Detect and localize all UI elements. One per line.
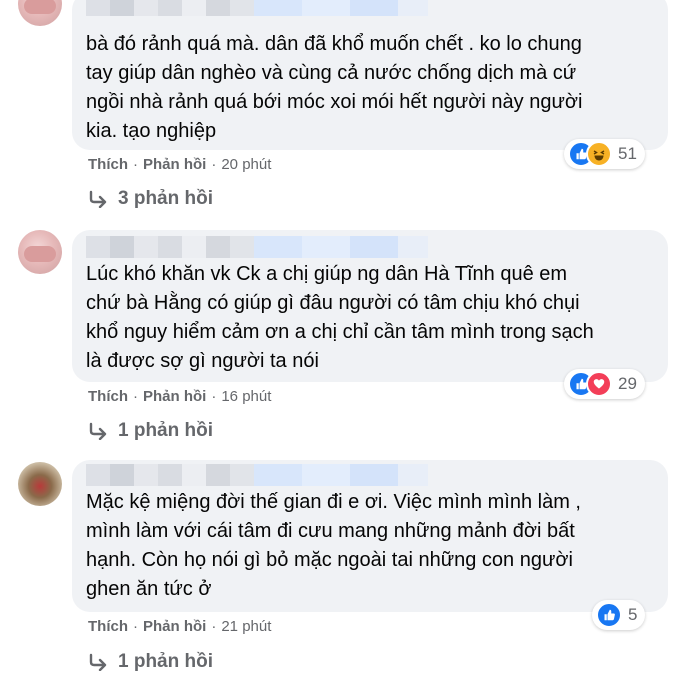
like-button[interactable]: Thích [88,618,128,635]
reaction-summary[interactable]: 29 [564,369,645,399]
reply-button[interactable]: Phản hồi [143,618,206,635]
like-button[interactable]: Thích [88,156,128,173]
like-button[interactable]: Thích [88,388,128,405]
reply-button[interactable]: Phản hồi [143,388,206,405]
reaction-count: 5 [628,605,638,624]
replies-label: 1 phản hồi [118,420,213,441]
view-replies-button[interactable]: 1 phản hồi [88,420,213,442]
comment-text: Mặc kệ miệng đời thế gian đi e ơi. Việc … [86,491,581,600]
avatar[interactable] [18,462,62,506]
comment-text: bà đó rảnh quá mà. dân đã khổ muốn chết … [86,33,583,142]
comment-timestamp[interactable]: 16 phút [221,388,271,405]
comment-timestamp[interactable]: 20 phút [221,156,271,173]
reaction-count: 29 [618,374,637,393]
avatar[interactable] [18,0,62,26]
reaction-summary[interactable]: 5 [592,600,646,630]
view-replies-button[interactable]: 3 phản hồi [88,188,213,210]
comment-actions: Thích · Phản hồi · 20 phút [88,156,272,173]
view-replies-button[interactable]: 1 phản hồi [88,651,213,673]
reply-button[interactable]: Phản hồi [143,156,206,173]
reply-arrow-icon [89,422,107,440]
comment-bubble: Mặc kệ miệng đời thế gian đi e ơi. Việc … [72,460,668,612]
redacted-author-name [86,464,428,486]
redacted-author-name [86,0,428,16]
comment-text: Lúc khó khăn vk Ck a chị giúp ng dân Hà … [86,263,594,372]
reaction-summary[interactable]: 51 [564,139,645,169]
like-icon [596,602,622,628]
reaction-count: 51 [618,144,637,163]
reply-arrow-icon [89,190,107,208]
comment-bubble: bà đó rảnh quá mà. dân đã khổ muốn chết … [72,0,668,150]
replies-label: 1 phản hồi [118,651,213,672]
reply-arrow-icon [89,653,107,671]
comment-actions: Thích · Phản hồi · 16 phút [88,388,272,405]
comment-bubble: Lúc khó khăn vk Ck a chị giúp ng dân Hà … [72,230,668,382]
redacted-author-name [86,236,428,258]
comment-actions: Thích · Phản hồi · 21 phút [88,618,272,635]
comment-timestamp[interactable]: 21 phút [221,618,271,635]
avatar[interactable] [18,230,62,274]
replies-label: 3 phản hồi [118,188,213,209]
love-icon [586,371,612,397]
haha-icon [586,141,612,167]
